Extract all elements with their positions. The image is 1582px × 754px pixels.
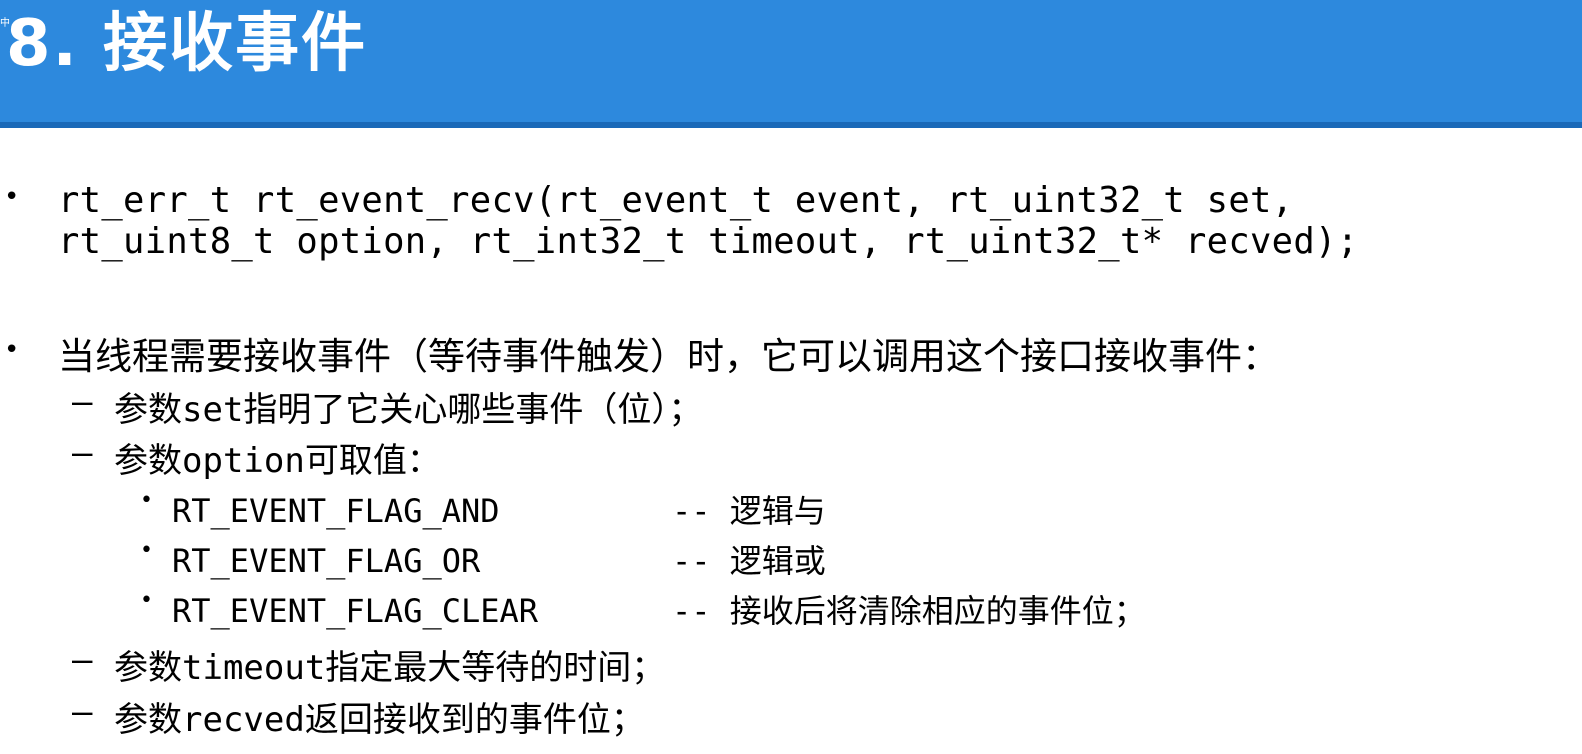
option-flag: RT_EVENT_FLAG_OR: [172, 542, 481, 580]
signature-line-1: rt_err_t rt_event_recv(rt_event_t event,…: [58, 180, 1294, 221]
option-flag: RT_EVENT_FLAG_AND: [172, 492, 500, 530]
dash-marker: –: [72, 640, 93, 680]
option-desc: -- 接收后将清除相应的事件位；: [672, 592, 1146, 630]
option-flag: RT_EVENT_FLAG_CLEAR: [172, 592, 539, 630]
slide-title: 8. 接收事件: [6, 7, 368, 81]
dash-marker: –: [72, 433, 93, 473]
param-recved-text: 参数recved返回接收到的事件位；: [114, 700, 645, 740]
bullet-marker: •: [4, 335, 20, 365]
option-desc: -- 逻辑与: [672, 492, 826, 530]
option-row: RT_EVENT_FLAG_CLEAR -- 接收后将清除相应的事件位；: [172, 586, 1146, 632]
bullet-marker: •: [140, 538, 153, 563]
dash-marker: –: [72, 382, 93, 422]
bullet-marker: •: [140, 488, 153, 513]
description-text: 当线程需要接收事件（等待事件触发）时，它可以调用这个接口接收事件：: [58, 335, 1279, 378]
bullet-marker: •: [4, 182, 20, 212]
param-option-text: 参数option可取值：: [114, 441, 441, 481]
slide-header: 中 8. 接收事件: [0, 0, 1582, 128]
slide-content: • rt_err_t rt_event_recv(rt_event_t even…: [0, 128, 1582, 754]
param-timeout-text: 参数timeout指定最大等待的时间；: [114, 648, 666, 688]
param-set-text: 参数set指明了它关心哪些事件（位）；: [114, 390, 703, 430]
option-row: RT_EVENT_FLAG_AND -- 逻辑与: [172, 486, 826, 532]
option-row: RT_EVENT_FLAG_OR -- 逻辑或: [172, 536, 826, 582]
option-desc: -- 逻辑或: [672, 542, 826, 580]
bullet-marker: •: [140, 588, 153, 613]
dash-marker: –: [72, 692, 93, 732]
signature-line-2: rt_uint8_t option, rt_int32_t timeout, r…: [58, 221, 1359, 262]
